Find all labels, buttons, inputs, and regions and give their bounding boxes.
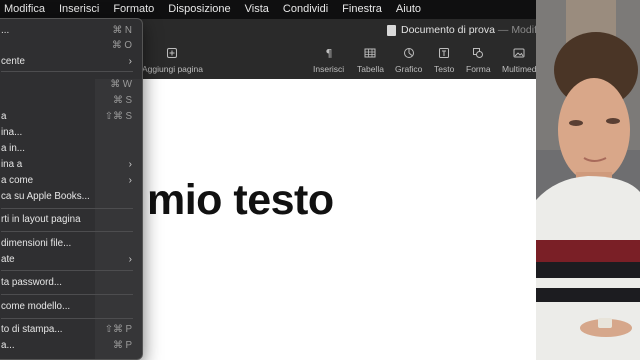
menu-item-advanced[interactable]: ate ›	[0, 253, 142, 267]
menu-item-label: a...	[1, 340, 15, 351]
menu-vista[interactable]: Vista	[238, 0, 276, 19]
menu-item-export-as[interactable]: a come ›	[0, 174, 142, 188]
insert-button[interactable]: ¶ Inserisci	[313, 47, 344, 74]
menu-item-reduce-file-size[interactable]: dimensioni file...	[0, 237, 142, 251]
menu-item-label: ina...	[1, 127, 23, 138]
title-separator: —	[497, 24, 509, 36]
media-button[interactable]: Multimed	[502, 47, 536, 74]
menu-item-shortcut: ⌘ O	[111, 40, 132, 51]
webcam-overlay	[536, 0, 640, 360]
menu-divider	[1, 231, 133, 232]
table-icon	[364, 48, 376, 58]
menu-divider	[1, 71, 133, 72]
text-button[interactable]: Testo	[434, 47, 454, 74]
menu-inserisci[interactable]: Inserisci	[52, 0, 106, 19]
menu-item-save[interactable]: ⌘ S	[0, 94, 142, 108]
menu-divider	[1, 208, 133, 209]
menu-item-shortcut: ⌘ P	[112, 340, 132, 351]
document-body-text[interactable]: mio testo	[147, 176, 334, 225]
menu-item-set-password[interactable]: ta password...	[0, 276, 142, 290]
menu-disposizione[interactable]: Disposizione	[161, 0, 237, 19]
menu-item-label: ca su Apple Books...	[1, 191, 90, 202]
shape-label: Forma	[466, 64, 491, 74]
menu-item-label: ate	[1, 254, 15, 265]
menu-condividi[interactable]: Condividi	[276, 0, 335, 19]
menu-item-label: cente	[1, 56, 25, 67]
menu-aiuto[interactable]: Aiuto	[389, 0, 428, 19]
add-page-button[interactable]: Aggiungi pagina	[142, 47, 203, 74]
menu-item-label: a in...	[1, 143, 25, 154]
table-button[interactable]: Tabella	[357, 47, 384, 74]
table-label: Tabella	[357, 64, 384, 74]
menu-modifica[interactable]: Modifica	[0, 0, 52, 19]
menu-item-shortcut: ⌘ W	[110, 79, 132, 90]
document-icon	[387, 25, 396, 36]
menu-item-new[interactable]: ... ⌘ N	[0, 24, 142, 38]
menu-item-rename[interactable]: ina...	[0, 126, 142, 140]
text-label: Testo	[434, 64, 455, 74]
chevron-right-icon: ›	[128, 159, 132, 170]
chart-icon	[403, 48, 414, 58]
menu-item-revert-to[interactable]: ina a ›	[0, 158, 142, 172]
menu-item-publish-apple-books[interactable]: ca su Apple Books...	[0, 190, 142, 204]
document-page[interactable]: mio testo	[95, 79, 536, 360]
presenter-video-image	[536, 0, 640, 360]
shape-button[interactable]: Forma	[466, 47, 491, 74]
menu-formato[interactable]: Formato	[106, 0, 161, 19]
media-icon	[513, 48, 525, 58]
menu-item-label: ta password...	[1, 277, 62, 288]
file-menu-dropdown: ... ⌘ N ⌘ O cente › ⌘ W ⌘ S a ⇧⌘ S ina..…	[0, 18, 143, 360]
chart-label: Grafico	[395, 64, 423, 74]
menu-bar: Modifica Inserisci Formato Disposizione …	[0, 0, 536, 19]
document-status: Modif	[511, 24, 537, 36]
plus-square-icon	[167, 48, 178, 58]
menu-item-label: rti in layout pagina	[1, 214, 81, 225]
shape-icon	[473, 48, 484, 58]
svg-text:¶: ¶	[325, 47, 332, 59]
menu-divider	[1, 318, 133, 319]
menu-item-shortcut: ⌘ N	[112, 25, 132, 36]
menu-item-label: to di stampa...	[1, 324, 63, 335]
menu-item-convert-page-layout[interactable]: rti in layout pagina	[0, 213, 142, 227]
menu-item-save-as-template[interactable]: come modello...	[0, 300, 142, 314]
menu-item-label: dimensioni file...	[1, 238, 72, 249]
menu-item-open[interactable]: ⌘ O	[0, 39, 142, 53]
menu-item-label: a come	[1, 175, 34, 186]
menu-item-shortcut: ⌘ S	[112, 95, 132, 106]
menu-item-label: ina a	[1, 159, 23, 170]
menu-item-label: a	[1, 111, 7, 122]
menu-item-open-recent[interactable]: cente ›	[0, 55, 142, 69]
media-label: Multimed	[502, 64, 537, 74]
menu-item-move-to[interactable]: a in...	[0, 142, 142, 156]
chevron-right-icon: ›	[128, 175, 132, 186]
insert-label: Inserisci	[313, 64, 345, 74]
menu-item-shortcut: ⇧⌘ S	[104, 111, 132, 122]
menu-finestra[interactable]: Finestra	[335, 0, 389, 19]
document-title[interactable]: Documento di prova	[401, 24, 495, 36]
menu-item-close[interactable]: ⌘ W	[0, 78, 142, 92]
add-page-label: Aggiungi pagina	[142, 64, 203, 74]
menu-divider	[1, 294, 133, 295]
chart-button[interactable]: Grafico	[395, 47, 422, 74]
menu-item-print[interactable]: a... ⌘ P	[0, 339, 142, 353]
chevron-right-icon: ›	[128, 56, 132, 67]
menu-item-label: ...	[1, 25, 10, 36]
menu-item-label: come modello...	[1, 301, 71, 312]
pilcrow-icon: ¶	[325, 47, 332, 59]
menu-item-duplicate[interactable]: a ⇧⌘ S	[0, 110, 142, 124]
menu-item-page-setup[interactable]: to di stampa... ⇧⌘ P	[0, 323, 142, 337]
menu-item-shortcut: ⇧⌘ P	[104, 324, 132, 335]
chevron-right-icon: ›	[128, 254, 132, 265]
menu-divider	[1, 270, 133, 271]
text-box-icon	[439, 48, 450, 58]
